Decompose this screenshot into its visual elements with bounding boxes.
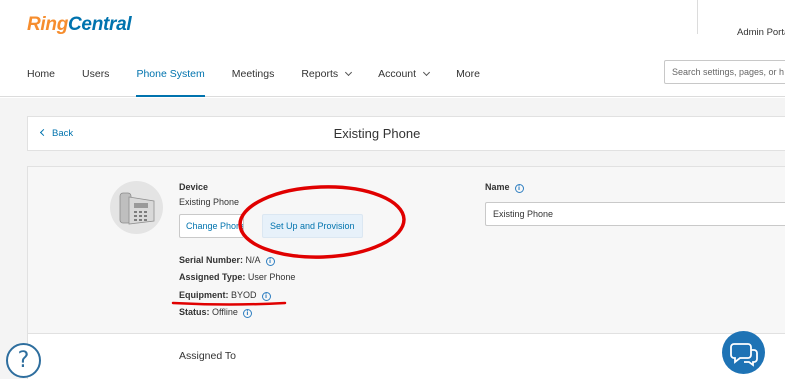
serial-number-label: Serial Number:	[179, 255, 244, 265]
status-row: Status: Offline i	[179, 307, 252, 318]
serial-number-row: Serial Number: N/A i	[179, 255, 275, 266]
page-title: Existing Phone	[333, 126, 421, 141]
device-section-label: Device	[179, 182, 209, 192]
desk-phone-image	[110, 181, 163, 234]
chat-glyph	[730, 343, 758, 367]
nav-home-label: Home	[27, 68, 56, 80]
name-field[interactable]	[485, 202, 785, 226]
info-icon[interactable]: i	[242, 309, 252, 318]
assigned-to-card	[27, 334, 785, 379]
top-header: RingCentral Admin Porta Home Users Phone…	[0, 0, 785, 97]
admin-portal-link[interactable]: Admin Porta	[737, 27, 785, 38]
logo-ring-text: Ring	[27, 14, 69, 35]
info-icon[interactable]: i	[514, 184, 524, 193]
nav-users[interactable]: Users	[82, 68, 109, 97]
chat-bubble-icon[interactable]	[722, 331, 765, 374]
search-input[interactable]	[665, 61, 785, 83]
name-field-label-row: Name i	[485, 182, 524, 193]
status-label: Status:	[179, 307, 210, 317]
chevron-down-icon	[345, 68, 353, 77]
assigned-type-row: Assigned Type: User Phone	[179, 272, 295, 282]
device-name: Existing Phone	[179, 197, 240, 207]
assigned-to-heading: Assigned To	[179, 350, 237, 362]
nav-phone-system-label: Phone System	[136, 68, 205, 80]
set-up-and-provision-button[interactable]: Set Up and Provision	[262, 214, 363, 238]
nav-reports[interactable]: Reports	[301, 68, 353, 97]
nav-reports-label: Reports	[301, 68, 339, 80]
page-title-bar: Back Existing Phone	[27, 116, 785, 151]
assigned-type-label: Assigned Type:	[179, 272, 246, 282]
help-circle-icon[interactable]: ?	[6, 343, 41, 378]
nav-phone-system[interactable]: Phone System	[136, 68, 206, 97]
main-nav: Home Users Phone System Meetings Reports…	[27, 68, 507, 97]
nav-account-label: Account	[378, 68, 417, 80]
info-icon[interactable]: i	[265, 257, 275, 266]
nav-home[interactable]: Home	[27, 68, 55, 97]
search-box[interactable]	[664, 60, 785, 84]
nav-meetings-label: Meetings	[231, 68, 275, 80]
ringcentral-logo[interactable]: RingCentral	[27, 14, 132, 36]
nav-more[interactable]: More	[456, 68, 480, 97]
equipment-label: Equipment:	[179, 290, 229, 300]
serial-number-value: N/A	[245, 255, 261, 265]
nav-account[interactable]: Account	[378, 68, 431, 97]
equipment-row: Equipment: BYOD i	[179, 290, 271, 301]
nav-meetings[interactable]: Meetings	[232, 68, 275, 97]
name-input[interactable]	[486, 203, 785, 225]
name-field-label: Name	[485, 182, 510, 192]
chevron-down-icon	[423, 68, 431, 77]
status-value: Offline	[212, 307, 238, 317]
equipment-value: BYOD	[231, 290, 257, 300]
desk-phone-icon	[119, 192, 155, 225]
logo-central-text: Central	[68, 14, 132, 35]
nav-users-label: Users	[82, 68, 110, 80]
header-divider	[697, 0, 698, 34]
change-phone-button[interactable]: Change Phone	[179, 214, 244, 238]
nav-more-label: More	[456, 68, 480, 80]
info-icon[interactable]: i	[261, 292, 271, 301]
assigned-type-value: User Phone	[247, 272, 296, 282]
